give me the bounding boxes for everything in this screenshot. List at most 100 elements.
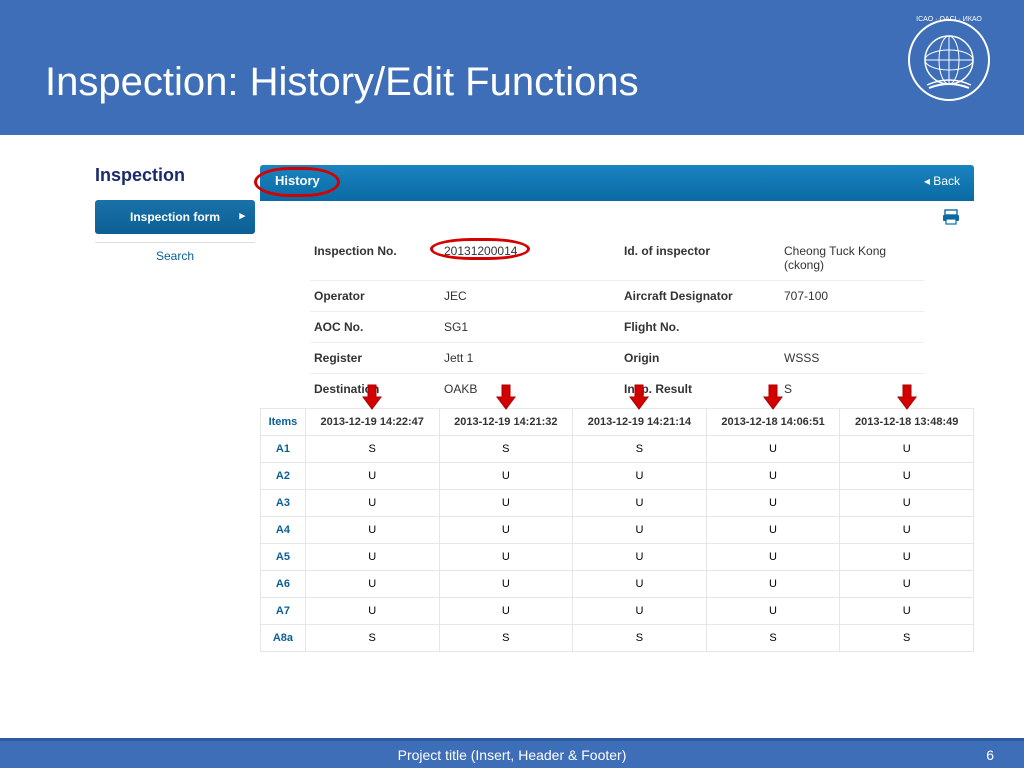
info-row: Destination OAKB Insp. Result S	[310, 374, 924, 404]
value-cell: U	[840, 436, 974, 463]
value-cell: U	[305, 463, 439, 490]
table-row: A5UUUUU	[261, 544, 974, 571]
toolbar-row	[260, 201, 974, 230]
value-cell: U	[439, 544, 573, 571]
table-row: A2UUUUU	[261, 463, 974, 490]
value-cell: U	[573, 544, 707, 571]
panel-bar: History ◂ Back	[260, 165, 974, 201]
inspection-no-label: Inspection No.	[310, 236, 440, 280]
value-cell: U	[706, 598, 840, 625]
value-cell: U	[840, 463, 974, 490]
flight-label: Flight No.	[620, 312, 780, 342]
value-cell: U	[439, 598, 573, 625]
slide-header: Inspection: History/Edit Functions ICAO …	[0, 0, 1024, 135]
operator-label: Operator	[310, 281, 440, 311]
destination-value: OAKB	[440, 374, 620, 404]
info-row: Register Jett 1 Origin WSSS	[310, 343, 924, 374]
value-cell: U	[706, 436, 840, 463]
aoc-label: AOC No.	[310, 312, 440, 342]
table-row: A7UUUUU	[261, 598, 974, 625]
info-row: Inspection No. 20131200014 Id. of inspec…	[310, 236, 924, 281]
slide-content: Inspection Inspection form ▸ Search Hist…	[0, 135, 1024, 652]
item-id-cell[interactable]: A6	[261, 571, 306, 598]
value-cell: U	[840, 517, 974, 544]
main-panel: History ◂ Back Inspection No. 2013120001…	[260, 165, 974, 652]
value-cell: U	[305, 490, 439, 517]
value-cell: U	[706, 517, 840, 544]
inspection-form-label: Inspection form	[130, 210, 220, 224]
table-row: A3UUUUU	[261, 490, 974, 517]
timestamp-header: 2013-12-19 14:22:47	[305, 409, 439, 436]
timestamp-header: 2013-12-19 14:21:32	[439, 409, 573, 436]
value-cell: U	[305, 571, 439, 598]
value-cell: U	[573, 571, 707, 598]
value-cell: S	[840, 625, 974, 652]
history-table: Items2013-12-19 14:22:472013-12-19 14:21…	[260, 408, 974, 652]
item-id-cell[interactable]: A5	[261, 544, 306, 571]
info-row: AOC No. SG1 Flight No.	[310, 312, 924, 343]
register-label: Register	[310, 343, 440, 373]
value-cell: U	[840, 490, 974, 517]
item-id-cell[interactable]: A4	[261, 517, 306, 544]
icao-logo: ICAO · OACI · ИКАО	[899, 10, 999, 110]
table-row: A8aSSSSS	[261, 625, 974, 652]
item-id-cell[interactable]: A3	[261, 490, 306, 517]
value-cell: U	[305, 517, 439, 544]
value-cell: U	[305, 544, 439, 571]
value-cell: U	[305, 598, 439, 625]
value-cell: U	[573, 463, 707, 490]
designator-value: 707-100	[780, 281, 924, 311]
table-row: A4UUUUU	[261, 517, 974, 544]
result-value: S	[780, 374, 924, 404]
table-row: A6UUUUU	[261, 571, 974, 598]
value-cell: U	[573, 517, 707, 544]
item-id-cell[interactable]: A2	[261, 463, 306, 490]
footer-text: Project title (Insert, Header & Footer)	[398, 747, 627, 763]
value-cell: U	[840, 598, 974, 625]
value-cell: U	[439, 571, 573, 598]
value-cell: U	[706, 490, 840, 517]
value-cell: S	[573, 625, 707, 652]
sidebar-heading: Inspection	[95, 165, 255, 186]
value-cell: S	[439, 625, 573, 652]
timestamp-header: 2013-12-18 14:06:51	[706, 409, 840, 436]
print-icon[interactable]	[942, 209, 960, 225]
designator-label: Aircraft Designator	[620, 281, 780, 311]
value-cell: U	[706, 544, 840, 571]
slide-footer: Project title (Insert, Header & Footer) …	[0, 738, 1024, 768]
timestamp-header: 2013-12-19 14:21:14	[573, 409, 707, 436]
value-cell: S	[573, 436, 707, 463]
inspection-no-text: 20131200014	[444, 244, 517, 258]
value-cell: U	[439, 490, 573, 517]
value-cell: S	[305, 625, 439, 652]
page-number: 6	[986, 747, 994, 763]
value-cell: U	[840, 571, 974, 598]
info-row: Operator JEC Aircraft Designator 707-100	[310, 281, 924, 312]
sidebar-search-link[interactable]: Search	[95, 242, 255, 269]
destination-label: Destination	[310, 374, 440, 404]
item-id-cell[interactable]: A8a	[261, 625, 306, 652]
result-label: Insp. Result	[620, 374, 780, 404]
value-cell: U	[439, 517, 573, 544]
inspector-label: Id. of inspector	[620, 236, 780, 280]
value-cell: U	[573, 598, 707, 625]
item-id-cell[interactable]: A1	[261, 436, 306, 463]
value-cell: S	[439, 436, 573, 463]
info-grid: Inspection No. 20131200014 Id. of inspec…	[260, 230, 974, 404]
value-cell: U	[840, 544, 974, 571]
value-cell: S	[305, 436, 439, 463]
timestamp-header: 2013-12-18 13:48:49	[840, 409, 974, 436]
value-cell: S	[706, 625, 840, 652]
flight-value	[780, 312, 924, 342]
value-cell: U	[573, 490, 707, 517]
inspection-form-button[interactable]: Inspection form ▸	[95, 200, 255, 234]
history-tab[interactable]: History	[275, 173, 320, 188]
inspector-value: Cheong Tuck Kong (ckong)	[780, 236, 924, 280]
aoc-value: SG1	[440, 312, 620, 342]
register-value: Jett 1	[440, 343, 620, 373]
item-id-cell[interactable]: A7	[261, 598, 306, 625]
sidebar: Inspection Inspection form ▸ Search	[95, 165, 255, 269]
back-button[interactable]: ◂ Back	[924, 174, 960, 188]
items-header: Items	[261, 409, 306, 436]
svg-text:ICAO · OACI · ИКАО: ICAO · OACI · ИКАО	[916, 16, 982, 23]
